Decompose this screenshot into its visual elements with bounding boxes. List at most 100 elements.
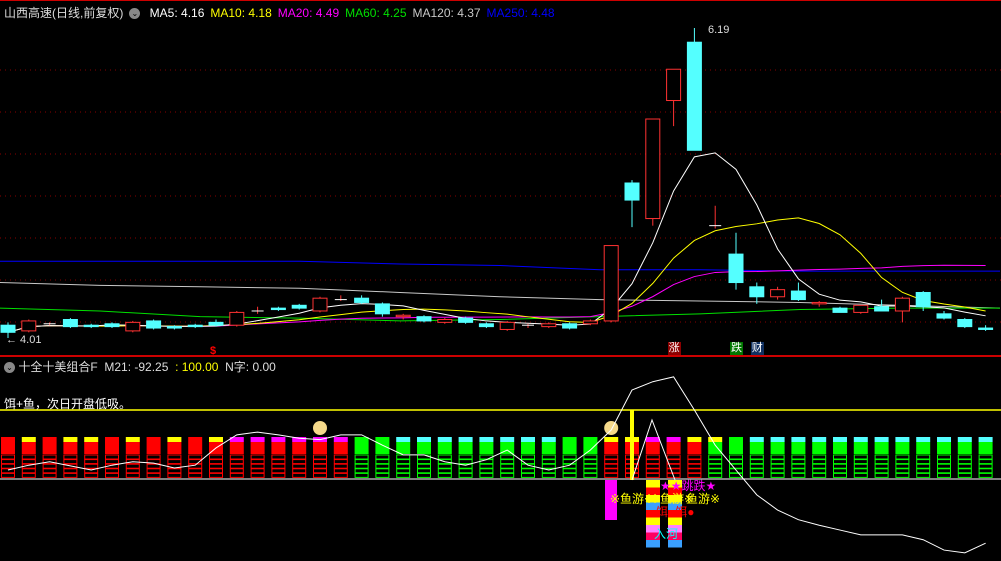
column-rung — [749, 472, 764, 478]
candle-body — [437, 319, 453, 323]
column-rung — [375, 454, 390, 460]
column-rung — [84, 454, 99, 460]
column-rung — [978, 459, 993, 465]
column-top — [874, 442, 889, 454]
column-rung — [375, 472, 390, 478]
column-top — [63, 442, 78, 454]
column-rung — [21, 468, 36, 474]
candle-body — [874, 306, 890, 312]
candle-body — [229, 311, 245, 326]
column-rung — [708, 468, 723, 474]
column-rung — [250, 468, 265, 474]
column-top — [458, 442, 473, 454]
column-top — [749, 442, 764, 454]
column-rung — [209, 454, 223, 460]
column-cap — [188, 437, 203, 442]
column-rung — [645, 459, 660, 465]
column-rung — [84, 463, 99, 469]
column-cap — [645, 437, 660, 442]
column-rung — [874, 468, 889, 474]
column-rung — [500, 459, 515, 465]
column-top — [105, 442, 119, 454]
column-rung — [729, 454, 743, 460]
column-rung — [437, 468, 452, 474]
column-rung — [333, 454, 348, 460]
column-top — [853, 442, 868, 454]
column-rung — [500, 454, 515, 460]
candle-body — [395, 314, 411, 318]
column-rung — [84, 459, 99, 465]
column-rung — [1, 472, 15, 478]
column-rung — [437, 463, 452, 469]
column-top — [708, 442, 723, 454]
column-rung — [458, 472, 473, 478]
column-rung — [521, 454, 535, 460]
column-rung — [500, 472, 515, 478]
column-rung — [562, 472, 577, 478]
money-bag-icon — [604, 421, 619, 435]
column-rung — [105, 468, 119, 474]
column-rung — [937, 468, 951, 474]
column-top — [1, 442, 15, 454]
column-cap — [333, 437, 348, 442]
candle-body — [749, 286, 765, 298]
column-rung — [833, 463, 847, 469]
column-top — [292, 442, 307, 454]
column-rung — [957, 463, 972, 469]
column-rung — [666, 454, 681, 460]
column-rung — [271, 454, 286, 460]
column-rung — [271, 472, 286, 478]
chart-canvas[interactable]: 6.19← 4.01$★★跳跌★※鱼游※※鱼游※鱼游※饵●饵●入河 — [0, 0, 1001, 561]
candle-body — [603, 245, 619, 322]
column-rung — [895, 454, 910, 460]
column-rung — [604, 472, 619, 478]
candle-body — [312, 297, 328, 312]
column-rung — [708, 463, 723, 469]
column-cap — [916, 437, 931, 442]
candle-body — [686, 41, 702, 151]
column-rung — [146, 468, 161, 474]
column-rung — [500, 463, 515, 469]
column-rung — [21, 454, 36, 460]
column-cap — [250, 437, 265, 442]
column-rung — [125, 463, 140, 469]
column-top — [583, 442, 598, 454]
chevron-down-icon[interactable]: ⌄ — [4, 362, 15, 374]
column-top — [42, 442, 57, 454]
column-rung — [42, 472, 57, 478]
column-top — [541, 442, 556, 454]
column-rung — [749, 468, 764, 474]
column-cap — [42, 437, 57, 442]
column-rung — [167, 454, 182, 460]
column-cap — [458, 437, 473, 442]
column-rung — [853, 463, 868, 469]
column-rung — [354, 468, 369, 474]
column-rung — [250, 459, 265, 465]
column-rung — [541, 463, 556, 469]
column-rung — [583, 454, 598, 460]
ma120-line — [0, 282, 1001, 309]
column-rung — [292, 463, 307, 469]
column-top — [271, 442, 286, 454]
column-rung — [749, 463, 764, 469]
column-rung — [583, 472, 598, 478]
candle-body — [832, 307, 848, 313]
column-rung — [604, 454, 619, 460]
column-top — [812, 442, 827, 454]
column-cap — [271, 437, 286, 442]
column-top — [916, 442, 931, 454]
column-rung — [1, 463, 15, 469]
fish-signal-right: 鱼游※ — [686, 492, 720, 506]
column-rung — [978, 468, 993, 474]
candle-body — [208, 321, 224, 326]
column-rung — [146, 472, 161, 478]
column-rung — [396, 472, 411, 478]
candle-body — [146, 320, 162, 329]
indicator-m21: M21: -92.25 — [104, 360, 169, 374]
column-cap — [84, 437, 99, 442]
column-rung — [167, 459, 182, 465]
ma5-line — [7, 152, 986, 333]
panel-separator[interactable] — [0, 355, 1001, 357]
column-rung — [396, 459, 411, 465]
column-cap — [437, 437, 452, 442]
